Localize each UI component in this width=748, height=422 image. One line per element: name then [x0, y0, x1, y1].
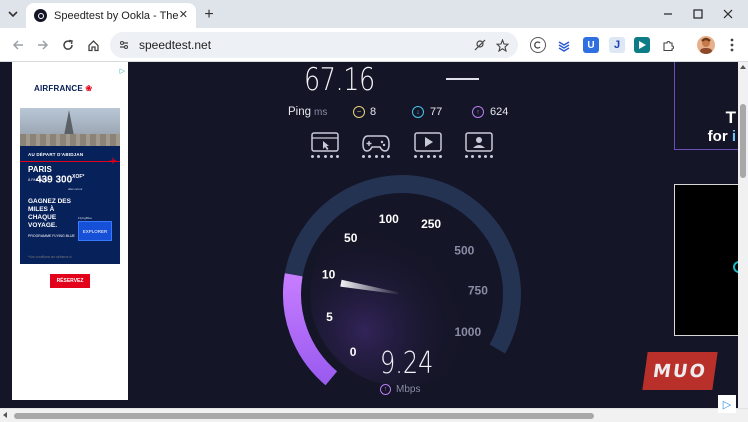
horizontal-scroll-thumb[interactable] [14, 413, 594, 419]
forward-button[interactable] [33, 35, 53, 55]
gauge-scale-label: 500 [454, 243, 474, 257]
upload-arrow-icon: ↑ [380, 384, 391, 395]
muo-watermark-logo: MUO [642, 352, 718, 390]
download-ping-value: 77 [430, 106, 443, 118]
right-ad-line1: T [725, 108, 736, 127]
speed-unit-row: ↑ Mbps [380, 384, 420, 395]
minimize-icon[interactable] [658, 4, 678, 24]
extension-layers-icon[interactable] [556, 37, 572, 53]
extension-c-icon[interactable] [530, 37, 546, 53]
gauge-scale-label: 0 [350, 345, 357, 359]
destination-label: PARIS [28, 165, 52, 174]
forward-arrow-icon [38, 40, 49, 50]
airfrance-logo: AIRFRANCE ❀ [34, 84, 93, 93]
ping-row: Ping ms ~ 8 ↓ 77 ↑ 624 [0, 103, 748, 123]
tab-speedtest[interactable]: Speedtest by Ookla - The Global Broadban… [26, 3, 196, 28]
right-ad-top[interactable]: T for i [674, 62, 740, 150]
current-speed-value: 9.24 [380, 346, 434, 381]
extension-j-icon[interactable]: J [609, 37, 625, 53]
speed-unit-label: Mbps [396, 384, 421, 395]
profile-avatar[interactable] [697, 36, 715, 54]
close-tab-icon[interactable]: ✕ [179, 10, 188, 21]
home-button[interactable] [83, 35, 103, 55]
jitter-value: 8 [370, 106, 377, 118]
gauge-scale-label: 750 [468, 284, 488, 298]
flying-blue-tag: FlyingBlue [78, 216, 93, 220]
download-speed-value: 67.16 [304, 62, 375, 98]
ad-info-icon[interactable]: ▷ [718, 395, 736, 413]
site-info-icon[interactable] [116, 37, 132, 53]
gaming-icon [361, 132, 391, 162]
bookmark-star-icon[interactable] [494, 37, 510, 53]
tab-search-button[interactable] [4, 5, 22, 23]
vertical-scrollbar[interactable] [738, 62, 748, 408]
gauge-scale-label: 250 [421, 217, 441, 231]
speedtest-favicon-icon [34, 9, 47, 22]
ad-headline: GAGNEZ DES MILES À CHAQUE VOYAGE. [28, 198, 71, 229]
home-icon [87, 39, 99, 51]
horizontal-scrollbar[interactable]: ▷ [0, 395, 748, 422]
download-arrow-icon: ↓ [412, 106, 424, 118]
ad-offer-panel: AU DÉPART D'ABIDJAN ✈ PARIS À PARTIR DE … [20, 146, 120, 264]
extension-u-icon[interactable]: U [583, 37, 599, 53]
chevron-down-icon [8, 11, 18, 18]
price-label: 439 300XOF* [36, 174, 85, 186]
browser-window: Speedtest by Ookla - The Global Broadban… [0, 0, 748, 422]
reserve-button[interactable]: RÉSERVEZ [50, 274, 90, 288]
extensions-puzzle-icon[interactable] [660, 37, 676, 53]
scroll-left-icon[interactable] [3, 412, 7, 418]
fare-type-label: aller-retour [68, 187, 83, 191]
gauge-scale-label: 5 [326, 310, 333, 324]
url-text[interactable]: speedtest.net [139, 38, 211, 52]
program-label: PROGRAMME FLYING BLUE [28, 234, 75, 238]
jitter-icon: ~ [353, 106, 365, 118]
video-chat-icon [464, 132, 494, 162]
video-streaming-icon [413, 132, 443, 162]
right-ad-line2: for i [707, 128, 736, 145]
browser-menu-icon[interactable] [724, 37, 740, 53]
depart-label: AU DÉPART D'ABIDJAN [28, 152, 84, 157]
explore-button[interactable]: EXPLORER [78, 221, 112, 241]
scroll-up-icon[interactable] [740, 65, 746, 69]
gauge-scale-label: 50 [344, 231, 358, 245]
ping-label: Ping [288, 106, 312, 118]
extension-play-icon[interactable] [634, 37, 650, 53]
right-ad-video[interactable] [674, 184, 745, 336]
browser-toolbar: speedtest.net U J [0, 28, 748, 62]
upload-arrow-icon: ↑ [472, 106, 484, 118]
back-arrow-icon [12, 40, 23, 50]
close-window-icon[interactable] [718, 4, 738, 24]
upload-speed-placeholder [446, 78, 479, 80]
ping-unit: ms [314, 107, 328, 118]
vertical-scroll-thumb[interactable] [740, 104, 746, 178]
reload-button[interactable] [58, 35, 78, 55]
tab-bar: Speedtest by Ookla - The Global Broadban… [0, 0, 748, 28]
page-content: ▷ AIRFRANCE ❀ AU DÉPART D'ABIDJAN ✈ PARI… [0, 62, 748, 408]
reload-icon [63, 39, 73, 50]
browsing-icon [310, 132, 340, 162]
gauge-scale-label: 1000 [454, 325, 481, 339]
ad-disclaimer: *Voir conditions sur airfrance.ci [28, 255, 72, 259]
address-bar[interactable]: speedtest.net [110, 32, 518, 58]
gauge-scale-label: 10 [322, 267, 336, 281]
tracking-protection-icon[interactable] [472, 37, 488, 53]
plane-icon: ✈ [109, 156, 117, 166]
upload-ping-value: 624 [490, 106, 509, 118]
back-button[interactable] [8, 35, 28, 55]
maximize-icon[interactable] [688, 4, 708, 24]
tab-title: Speedtest by Ookla - The Global Broadban… [54, 9, 179, 22]
ad-choices-icon[interactable]: ▷ [120, 67, 125, 75]
new-tab-button[interactable]: + [200, 6, 218, 24]
gauge-scale-label: 100 [379, 212, 399, 226]
